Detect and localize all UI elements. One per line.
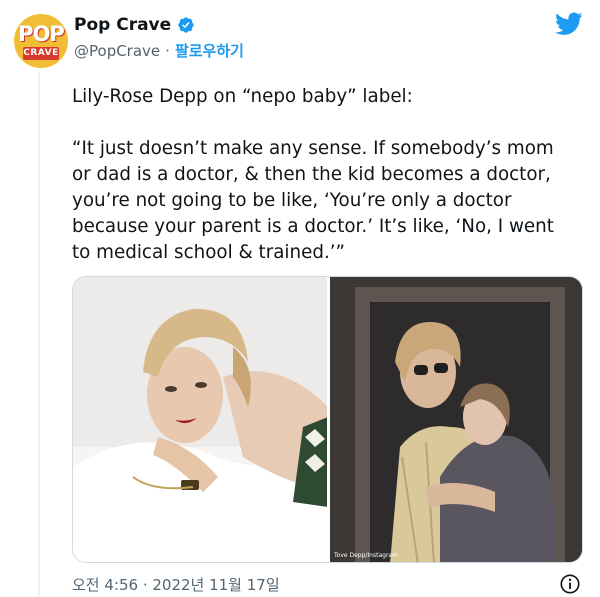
author-display-name[interactable]: Pop Crave <box>74 15 171 35</box>
author-handle-row: @PopCrave · 팔로우하기 <box>74 40 244 61</box>
tweet-line: or dad is a doctor, & then the kid becom… <box>72 164 551 185</box>
avatar-logo-bottom: CRAVE <box>23 47 59 60</box>
photo-credit: Tove Depp/Instagram <box>334 552 398 559</box>
tweet-line: to medical school & trained.’” <box>72 242 346 263</box>
avatar[interactable]: POP CRAVE <box>14 14 68 68</box>
portrait-illustration <box>73 277 327 562</box>
thread-divider <box>38 72 40 597</box>
media-grid: Tove Depp/Instagram <box>72 276 583 563</box>
follow-button[interactable]: 팔로우하기 <box>175 40 244 61</box>
tweet-line: “It just doesn’t make any sense. If some… <box>72 138 554 159</box>
photo-lily-rose-portrait[interactable] <box>73 277 327 562</box>
tweet-line: you’re not going to be like, ‘You’re onl… <box>72 190 512 211</box>
twitter-bird-icon[interactable] <box>555 12 583 36</box>
avatar-logo-top: POP <box>18 22 65 46</box>
tweet-card: POP CRAVE Pop Crave @PopCrave · 팔로우하기 Li… <box>0 0 600 597</box>
author-name-row: Pop Crave <box>74 15 195 35</box>
info-icon[interactable] <box>559 573 581 595</box>
tweet-line: because your parent is a doctor.’ It’s l… <box>72 216 554 237</box>
verified-badge-icon <box>178 17 194 33</box>
photo-illustration <box>330 277 582 562</box>
photo-johnny-depp-and-lily-rose[interactable]: Tove Depp/Instagram <box>330 277 582 562</box>
separator-dot: · <box>165 41 170 60</box>
tweet-timestamp[interactable]: 오전 4:56 · 2022년 11월 17일 <box>72 574 280 595</box>
tweet-line: Lily-Rose Depp on “nepo baby” label: <box>72 86 413 107</box>
tweet-text: Lily-Rose Depp on “nepo baby” label: “It… <box>72 84 592 266</box>
author-handle[interactable]: @PopCrave <box>74 42 160 60</box>
tweet-line-break <box>72 110 592 136</box>
